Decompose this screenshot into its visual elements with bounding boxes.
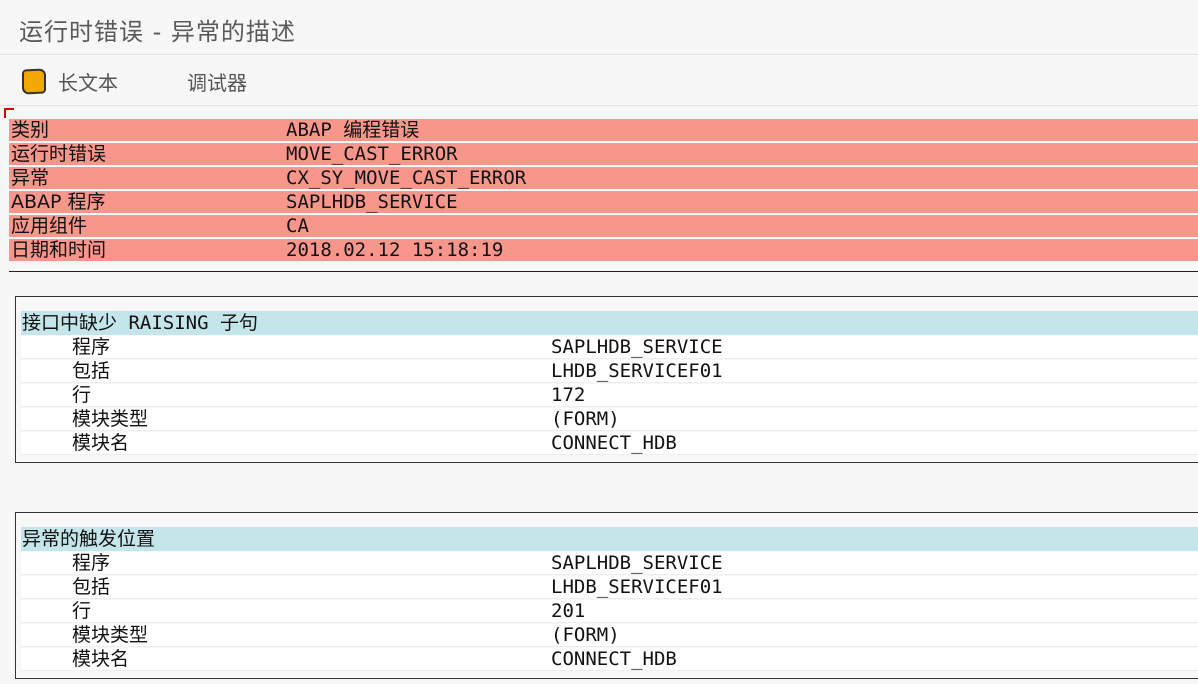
detail-label: 行	[72, 600, 92, 622]
summary-value: ABAP 编程错误	[286, 119, 420, 141]
summary-value: CX_SY_MOVE_CAST_ERROR	[286, 167, 527, 189]
debugger-label: 调试器	[187, 70, 247, 95]
section-trigger-location: 异常的触发位置 程序 SAPLHDB_SERVICE 包括 LHDB_SERVI…	[15, 512, 1198, 679]
summary-value: SAPLHDB_SERVICE	[286, 191, 458, 213]
detail-label: 包括	[72, 576, 111, 598]
detail-value: (FORM)	[551, 624, 620, 646]
window-title: 运行时错误 - 异常的描述	[19, 18, 296, 46]
summary-label: 类别	[11, 119, 50, 141]
detail-row: 包括 LHDB_SERVICEF01	[21, 576, 1198, 599]
detail-value: CONNECT_HDB	[551, 648, 677, 670]
detail-value: 172	[551, 384, 586, 406]
detail-value: SAPLHDB_SERVICE	[551, 336, 723, 358]
detail-row: 程序 SAPLHDB_SERVICE	[21, 552, 1198, 575]
summary-row-exception: 异常 CX_SY_MOVE_CAST_ERROR	[9, 167, 1198, 189]
summary-row-date-time: 日期和时间 2018.02.12 15:18:19	[9, 239, 1198, 261]
section-title: 接口中缺少 RAISING 子句	[22, 312, 258, 334]
summary-label: 应用组件	[11, 215, 88, 237]
detail-row: 包括 LHDB_SERVICEF01	[21, 360, 1198, 383]
summary-label: 异常	[11, 167, 50, 189]
detail-value: (FORM)	[551, 408, 620, 430]
detail-label: 模块名	[72, 648, 130, 670]
summary-row-category: 类别 ABAP 编程错误	[9, 119, 1198, 141]
debugger-button[interactable]: 调试器	[187, 66, 247, 96]
summary-value: 2018.02.12 15:18:19	[286, 239, 504, 261]
detail-row: 行 172	[21, 384, 1198, 407]
summary-row-app-component: 应用组件 CA	[9, 215, 1198, 237]
detail-value: SAPLHDB_SERVICE	[551, 552, 723, 574]
summary-label: 日期和时间	[11, 239, 107, 261]
long-text-button[interactable]: 长文本	[22, 66, 118, 96]
focus-corner-marker	[4, 108, 14, 118]
summary-value: CA	[286, 215, 309, 237]
summary-label: ABAP 程序	[11, 191, 106, 213]
detail-label: 模块类型	[72, 624, 149, 646]
detail-value: CONNECT_HDB	[551, 432, 677, 454]
detail-value: LHDB_SERVICEF01	[551, 576, 723, 598]
summary-value: MOVE_CAST_ERROR	[286, 143, 458, 165]
detail-label: 程序	[72, 336, 111, 358]
detail-row: 程序 SAPLHDB_SERVICE	[21, 336, 1198, 359]
detail-row: 模块名 CONNECT_HDB	[21, 648, 1198, 671]
section-title: 异常的触发位置	[22, 528, 156, 550]
detail-label: 模块类型	[72, 408, 149, 430]
detail-label: 模块名	[72, 432, 130, 454]
document-icon	[22, 67, 46, 95]
window-title-bar: 运行时错误 - 异常的描述	[0, 0, 1198, 55]
detail-label: 包括	[72, 360, 111, 382]
section-missing-raising: 接口中缺少 RAISING 子句 程序 SAPLHDB_SERVICE 包括 L…	[15, 296, 1198, 463]
long-text-label: 长文本	[58, 70, 118, 95]
detail-row: 模块名 CONNECT_HDB	[21, 432, 1198, 455]
section-header: 接口中缺少 RAISING 子句	[21, 311, 1198, 335]
detail-label: 程序	[72, 552, 111, 574]
detail-row: 模块类型 (FORM)	[21, 624, 1198, 647]
detail-label: 行	[72, 384, 92, 406]
summary-row-runtime-error: 运行时错误 MOVE_CAST_ERROR	[9, 143, 1198, 165]
summary-row-abap-program: ABAP 程序 SAPLHDB_SERVICE	[9, 191, 1198, 213]
summary-label: 运行时错误	[11, 143, 107, 165]
detail-row: 行 201	[21, 600, 1198, 623]
section-header: 异常的触发位置	[21, 527, 1198, 551]
detail-value: 201	[551, 600, 586, 622]
separator-line	[9, 271, 1198, 272]
detail-value: LHDB_SERVICEF01	[551, 360, 723, 382]
toolbar: 长文本 调试器	[0, 56, 1198, 106]
detail-row: 模块类型 (FORM)	[21, 408, 1198, 431]
